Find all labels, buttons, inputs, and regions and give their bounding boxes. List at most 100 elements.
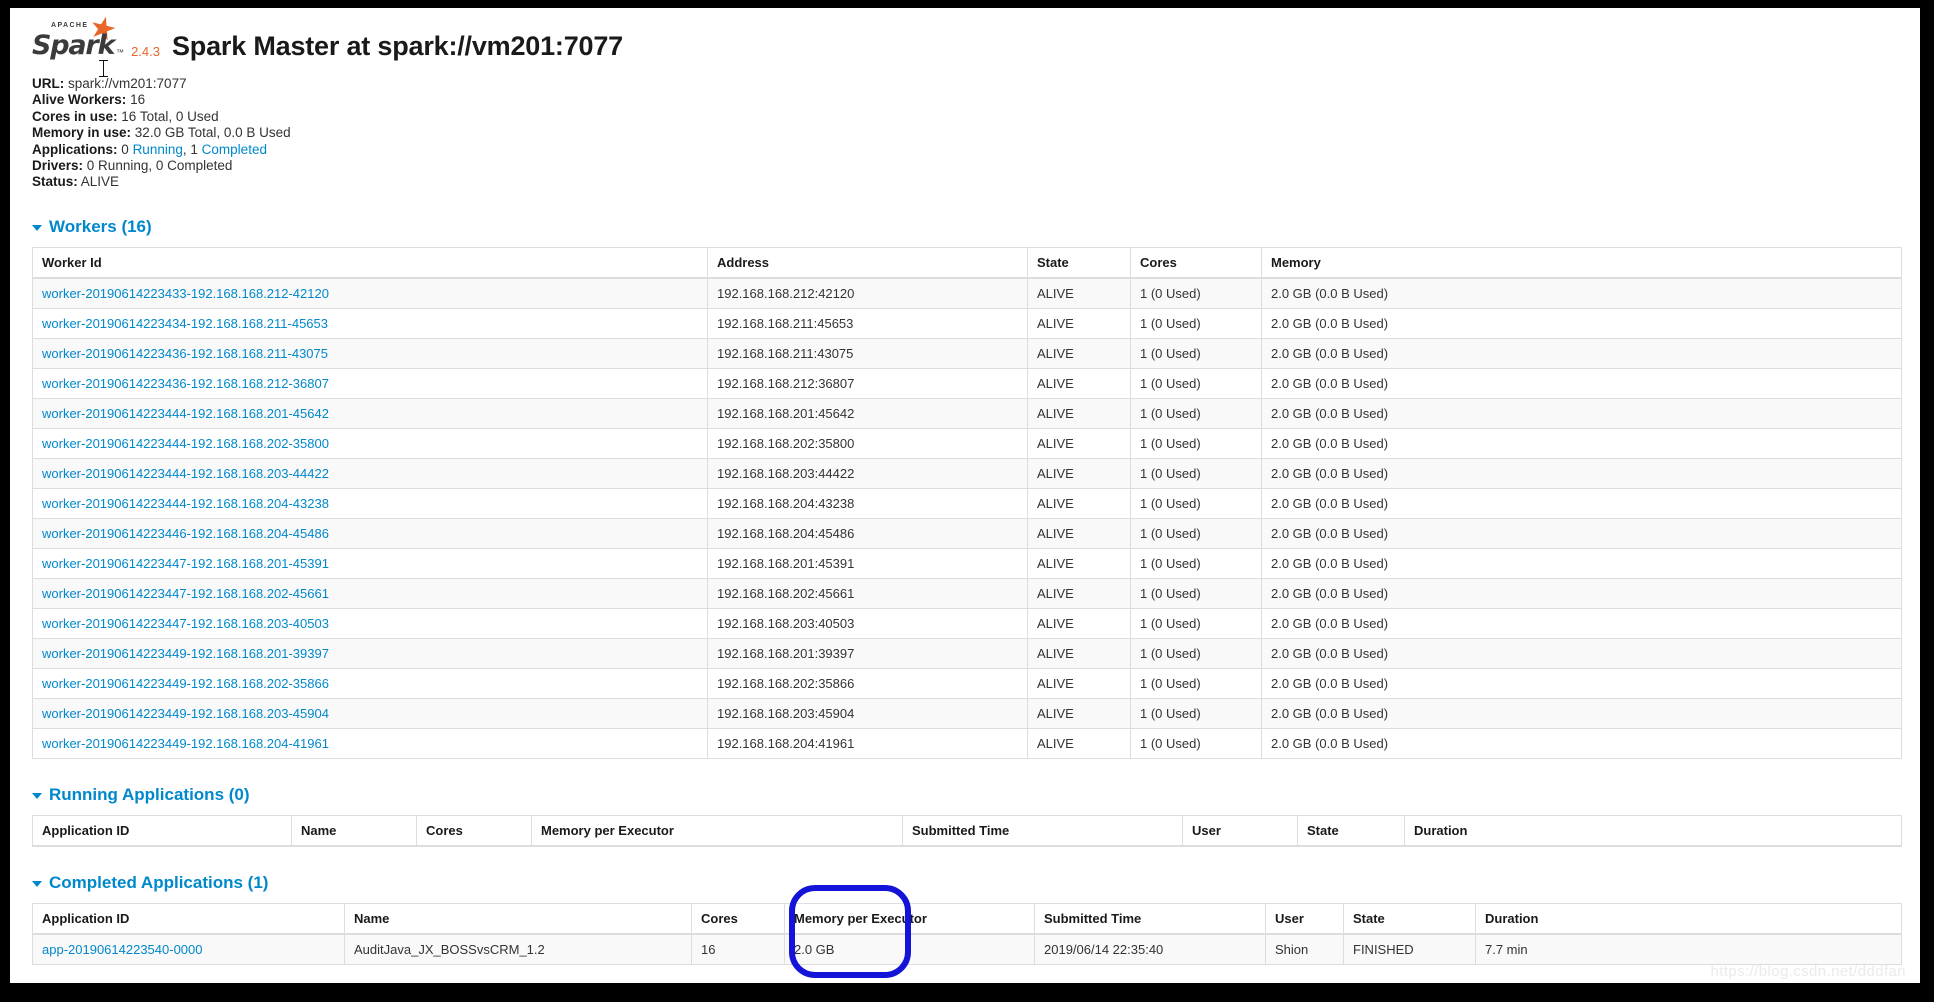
summary-label-applications: Applications:	[32, 141, 118, 157]
column-header-memory: Memory	[1261, 247, 1902, 279]
worker-row-cell: 2.0 GB (0.0 B Used)	[1261, 667, 1902, 699]
column-header-application-id: Application ID	[32, 903, 345, 935]
column-header-name: Name	[344, 903, 692, 935]
summary-item-url: URL: spark://vm201:7077	[32, 76, 1902, 92]
spark-logo: APACHE ★ Spark ™	[32, 8, 127, 64]
worker-row-cell: 192.168.168.202:35800	[707, 427, 1028, 459]
apache-label: APACHE	[51, 22, 89, 29]
worker-row-cell: 1 (0 Used)	[1130, 367, 1262, 399]
worker-row: worker-20190614223449-192.168.168.203-45…	[32, 697, 1902, 729]
column-header-memory-per-executor: Memory per Executor	[531, 815, 903, 847]
worker-row: worker-20190614223449-192.168.168.202-35…	[32, 667, 1902, 699]
worker-row-cell: 2.0 GB (0.0 B Used)	[1261, 577, 1902, 609]
worker-row-cell: ALIVE	[1027, 727, 1131, 759]
worker-row-id-link[interactable]: worker-20190614223436-192.168.168.211-43…	[42, 346, 328, 361]
worker-row-id-link[interactable]: worker-20190614223449-192.168.168.203-45…	[42, 706, 329, 721]
worker-row-id-link[interactable]: worker-20190614223449-192.168.168.201-39…	[42, 646, 329, 661]
column-header-state: State	[1027, 247, 1131, 279]
worker-row-cell: 192.168.168.212:36807	[707, 367, 1028, 399]
column-header-cores: Cores	[1130, 247, 1262, 279]
summary-label-cores: Cores in use:	[32, 108, 118, 124]
completed-applications-table: Application ID Name Cores Memory per Execut…	[32, 902, 1902, 965]
completed-app-row-id-link[interactable]: app-20190614223540-0000	[42, 942, 203, 957]
worker-row-cell-id: worker-20190614223449-192.168.168.203-45…	[32, 697, 708, 729]
column-header-duration: Duration	[1404, 815, 1902, 847]
completed-app-row-cell: Shion	[1265, 933, 1344, 965]
worker-row-cell: 192.168.168.203:44422	[707, 457, 1028, 489]
summary-label-drivers: Drivers:	[32, 158, 84, 174]
worker-row-cell-id: worker-20190614223444-192.168.168.202-35…	[32, 427, 708, 459]
worker-row-id-link[interactable]: worker-20190614223447-192.168.168.203-40…	[42, 616, 329, 631]
link-running-applications[interactable]: Running	[133, 142, 183, 157]
browser-page: APACHE ★ Spark ™ 2.4.3 Spark Master at s…	[10, 8, 1920, 983]
worker-row-id-link[interactable]: worker-20190614223449-192.168.168.202-35…	[42, 676, 329, 691]
summary-item-applications: Applications: 0 Running, 1 Completed	[32, 142, 1902, 158]
summary-value-alive-workers: 16	[130, 92, 146, 108]
worker-row-cell: 1 (0 Used)	[1130, 487, 1262, 519]
summary-value-completed-count: 1	[190, 141, 198, 157]
completed-app-row-cell: 16	[691, 933, 785, 965]
caret-down-icon	[32, 792, 42, 799]
worker-row-cell: 192.168.168.211:45653	[707, 307, 1028, 339]
spark-version-label: 2.4.3	[131, 44, 160, 59]
worker-row-cell: 2.0 GB (0.0 B Used)	[1261, 367, 1902, 399]
completed-applications-header-row: Application ID Name Cores Memory per Execut…	[32, 903, 1902, 935]
column-header-cores: Cores	[691, 903, 785, 935]
cluster-summary-list: URL: spark://vm201:7077 Alive Workers: 1…	[32, 76, 1902, 191]
column-header-submitted-time: Submitted Time	[1034, 903, 1266, 935]
worker-row-id-link[interactable]: worker-20190614223447-192.168.168.202-45…	[42, 586, 329, 601]
worker-row-cell: ALIVE	[1027, 697, 1131, 729]
worker-row-cell: 2.0 GB (0.0 B Used)	[1261, 307, 1902, 339]
worker-row-cell: 2.0 GB (0.0 B Used)	[1261, 517, 1902, 549]
worker-row-cell: ALIVE	[1027, 427, 1131, 459]
worker-row-id-link[interactable]: worker-20190614223444-192.168.168.203-44…	[42, 466, 329, 481]
worker-row-cell: 1 (0 Used)	[1130, 697, 1262, 729]
link-completed-applications[interactable]: Completed	[202, 142, 267, 157]
completed-app-row-cell: 2019/06/14 22:35:40	[1034, 933, 1266, 965]
worker-row-id-link[interactable]: worker-20190614223434-192.168.168.211-45…	[42, 316, 328, 331]
worker-row-cell-id: worker-20190614223444-192.168.168.203-44…	[32, 457, 708, 489]
worker-row-cell-id: worker-20190614223444-192.168.168.204-43…	[32, 487, 708, 519]
worker-row-cell: ALIVE	[1027, 577, 1131, 609]
worker-row-id-link[interactable]: worker-20190614223436-192.168.168.212-36…	[42, 376, 329, 391]
running-applications-table-head: Application ID Name Cores Memory per Execut…	[32, 815, 1902, 847]
worker-row-cell-id: worker-20190614223436-192.168.168.211-43…	[32, 337, 708, 369]
worker-row: worker-20190614223444-192.168.168.201-45…	[32, 397, 1902, 429]
worker-row: worker-20190614223433-192.168.168.212-42…	[32, 277, 1902, 309]
worker-row: worker-20190614223447-192.168.168.203-40…	[32, 607, 1902, 639]
worker-row: worker-20190614223444-192.168.168.203-44…	[32, 457, 1902, 489]
worker-row-cell: 1 (0 Used)	[1130, 667, 1262, 699]
column-header-application-id: Application ID	[32, 815, 292, 847]
column-header-memory-per-executor: Memory per Executor	[784, 903, 1035, 935]
worker-row-cell: 192.168.168.203:45904	[707, 697, 1028, 729]
worker-row-cell-id: worker-20190614223447-192.168.168.201-45…	[32, 547, 708, 579]
workers-table: Worker Id Address State Cores Memory worker-…	[32, 246, 1902, 759]
worker-row-cell: 2.0 GB (0.0 B Used)	[1261, 457, 1902, 489]
worker-row-id-link[interactable]: worker-20190614223447-192.168.168.201-45…	[42, 556, 329, 571]
workers-header-row: Worker Id Address State Cores Memory	[32, 247, 1902, 279]
worker-row-cell-id: worker-20190614223447-192.168.168.202-45…	[32, 577, 708, 609]
workers-section-toggle[interactable]: Workers (16)	[32, 217, 1902, 237]
running-applications-section-toggle[interactable]: Running Applications (0)	[32, 785, 1902, 805]
worker-row-id-link[interactable]: worker-20190614223444-192.168.168.202-35…	[42, 436, 329, 451]
completed-applications-section-toggle[interactable]: Completed Applications (1)	[32, 873, 1902, 893]
summary-item-memory: Memory in use: 32.0 GB Total, 0.0 B Used	[32, 125, 1902, 141]
spark-logo-link[interactable]: APACHE ★ Spark ™ 2.4.3	[32, 8, 160, 64]
worker-row: worker-20190614223447-192.168.168.201-45…	[32, 547, 1902, 579]
worker-row-cell: 2.0 GB (0.0 B Used)	[1261, 547, 1902, 579]
page-masthead: APACHE ★ Spark ™ 2.4.3 Spark Master at s…	[32, 8, 1902, 64]
worker-row-id-link[interactable]: worker-20190614223433-192.168.168.212-42…	[42, 286, 329, 301]
summary-label-memory: Memory in use:	[32, 125, 132, 141]
worker-row-id-link[interactable]: worker-20190614223446-192.168.168.204-45…	[42, 526, 329, 541]
summary-value-cores: 16 Total, 0 Used	[121, 108, 219, 124]
worker-row-cell: 1 (0 Used)	[1130, 457, 1262, 489]
worker-row-id-link[interactable]: worker-20190614223444-192.168.168.204-43…	[42, 496, 329, 511]
worker-row: worker-20190614223434-192.168.168.211-45…	[32, 307, 1902, 339]
worker-row-cell: 1 (0 Used)	[1130, 577, 1262, 609]
summary-label-status: Status:	[32, 174, 78, 190]
worker-row-id-link[interactable]: worker-20190614223444-192.168.168.201-45…	[42, 406, 329, 421]
worker-row-cell-id: worker-20190614223449-192.168.168.201-39…	[32, 637, 708, 669]
worker-row-cell: 192.168.168.201:45642	[707, 397, 1028, 429]
worker-row: worker-20190614223446-192.168.168.204-45…	[32, 517, 1902, 549]
worker-row-id-link[interactable]: worker-20190614223449-192.168.168.204-41…	[42, 736, 329, 751]
